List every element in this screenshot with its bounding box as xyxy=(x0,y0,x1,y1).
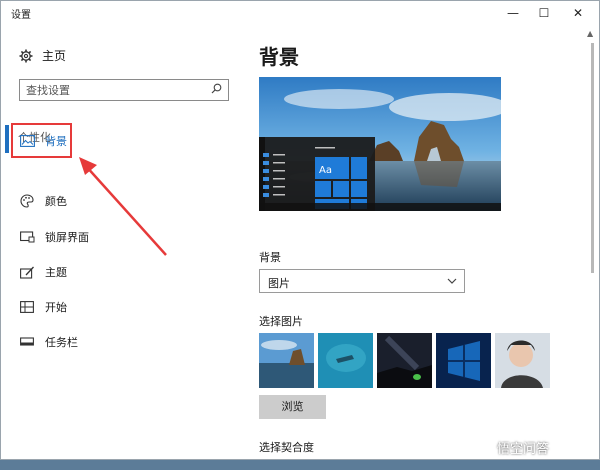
vertical-scrollbar[interactable]: ▲ xyxy=(585,25,599,459)
sidebar-item-taskbar[interactable]: 任务栏 xyxy=(13,327,239,357)
sidebar-item-label: 主题 xyxy=(45,266,67,279)
maximize-button[interactable]: ☐ xyxy=(529,1,559,25)
gear-icon xyxy=(19,49,33,63)
search-box[interactable] xyxy=(19,79,229,101)
search-icon[interactable] xyxy=(211,83,222,97)
scroll-thumb[interactable] xyxy=(591,43,594,273)
landscape-preview-image: Aa xyxy=(259,77,501,211)
minimize-button[interactable]: — xyxy=(498,1,528,25)
thumbnail-windows-logo[interactable] xyxy=(436,333,491,388)
window-title: 设置 xyxy=(11,10,31,21)
watermark-logo-icon xyxy=(477,439,493,456)
annotation-arrow xyxy=(79,157,167,256)
dropdown-value: 图片 xyxy=(268,277,290,290)
sidebar-item-themes[interactable]: 主题 xyxy=(13,257,239,287)
close-button[interactable]: ✕ xyxy=(563,1,593,25)
page-title: 背景 xyxy=(259,45,299,69)
palette-icon xyxy=(19,194,35,208)
watermark: 悟空问答 xyxy=(477,438,549,457)
watermark-text: 悟空问答 xyxy=(497,442,550,457)
sidebar-item-label: 颜色 xyxy=(45,195,67,208)
taskbar-icon xyxy=(19,335,35,349)
browse-button[interactable]: 浏览 xyxy=(259,395,326,419)
scroll-up-icon[interactable]: ▲ xyxy=(587,29,593,38)
background-label: 背景 xyxy=(259,251,281,264)
desktop-preview: Aa xyxy=(259,77,501,211)
background-type-dropdown[interactable]: 图片 xyxy=(259,269,465,293)
thumbnail-landscape[interactable] xyxy=(259,333,314,388)
theme-icon xyxy=(19,265,35,279)
lock-screen-icon xyxy=(19,230,35,244)
sidebar-home[interactable]: 主页 xyxy=(19,47,66,64)
thumbnail-portrait[interactable] xyxy=(495,333,550,388)
choose-fit-label: 选择契合度 xyxy=(259,441,314,454)
title-bar: 设置 — ☐ ✕ xyxy=(1,1,599,25)
sidebar-item-label: 开始 xyxy=(45,301,67,314)
sidebar-item-start[interactable]: 开始 xyxy=(13,292,239,322)
preview-sample-text: Aa xyxy=(319,165,332,176)
thumbnail-underwater[interactable] xyxy=(318,333,373,388)
chevron-down-icon xyxy=(446,273,458,292)
main-panel: 背景 Aa 背景 图片 选择图片 浏览 选择契合度 xyxy=(259,25,589,459)
active-indicator xyxy=(5,125,9,153)
thumbnail-night-sky[interactable] xyxy=(377,333,432,388)
home-label: 主页 xyxy=(42,49,67,63)
start-icon xyxy=(19,300,35,314)
search-input[interactable] xyxy=(26,82,206,98)
annotation-highlight-box xyxy=(11,123,72,158)
choose-picture-label: 选择图片 xyxy=(259,315,303,328)
picture-thumbnails xyxy=(259,333,555,389)
sidebar-item-label: 任务栏 xyxy=(45,336,78,349)
settings-window: 设置 — ☐ ✕ 主页 个性化 背景 颜色 xyxy=(0,0,600,460)
